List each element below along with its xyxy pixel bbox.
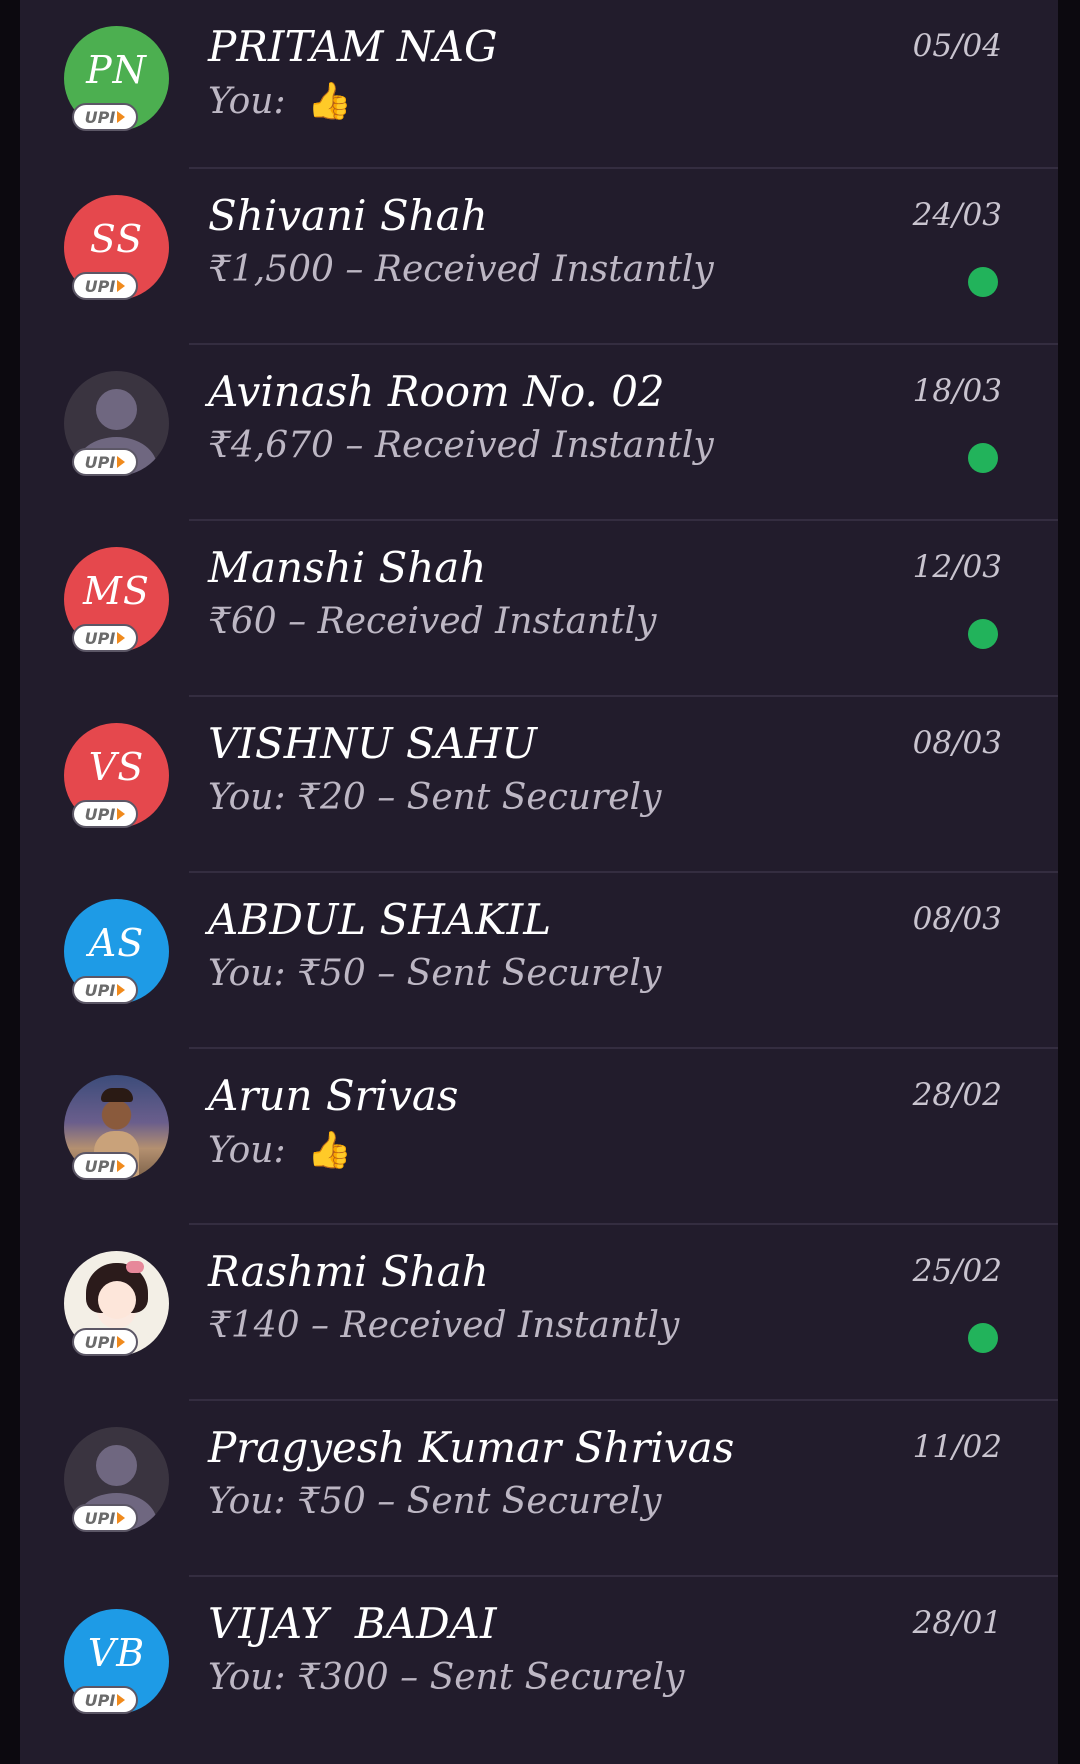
avatar-initials: VB (87, 1630, 146, 1675)
upi-badge-label: UPI (84, 1332, 116, 1352)
avatar-initials: AS (88, 920, 145, 965)
last-message-date: 25/02 (912, 1253, 1002, 1289)
last-message-date: 28/02 (912, 1077, 1002, 1113)
avatar-initials: VS (88, 744, 145, 789)
contact-name: Shivani Shah (208, 191, 488, 240)
upi-badge-label: UPI (84, 1508, 116, 1528)
contact-name: Rashmi Shah (208, 1247, 489, 1296)
last-message-preview: You: ₹50 – Sent Securely (208, 953, 662, 994)
contact-name: Pragyesh Kumar Shrivas (208, 1423, 735, 1472)
upi-logo-icon (117, 808, 126, 820)
conversation-list[interactable]: PN UPI PRITAM NAG 05/04 You: 👍 SS UPI Sh… (20, 0, 1058, 1762)
contact-name: Manshi Shah (208, 543, 487, 592)
upi-badge-label: UPI (84, 628, 116, 648)
upi-badge: UPI (72, 448, 138, 476)
upi-badge: UPI (72, 976, 138, 1004)
conversation-row-arun-srivas[interactable]: UPI Arun Srivas 28/02 You: 👍 (20, 1049, 1058, 1225)
conversation-row-avinash[interactable]: UPI Avinash Room No. 02 18/03 ₹4,670 – R… (20, 345, 1058, 521)
upi-logo-icon (117, 1694, 126, 1706)
upi-badge: UPI (72, 103, 138, 131)
upi-logo-icon (117, 984, 126, 996)
thumbs-up-icon: 👍 (307, 81, 352, 122)
conversation-row-pritam-nag[interactable]: PN UPI PRITAM NAG 05/04 You: 👍 (20, 0, 1058, 169)
last-message-preview: You: ₹300 – Sent Securely (208, 1657, 685, 1698)
left-edge (0, 0, 20, 1764)
upi-logo-icon (117, 111, 126, 123)
conversation-row-abdul-shakil[interactable]: AS UPI ABDUL SHAKIL 08/03 You: ₹50 – Sen… (20, 873, 1058, 1049)
upi-badge: UPI (72, 1686, 138, 1714)
upi-badge: UPI (72, 272, 138, 300)
upi-badge-label: UPI (84, 276, 116, 296)
upi-badge-label: UPI (84, 980, 116, 1000)
upi-badge-label: UPI (84, 1690, 116, 1710)
upi-badge-label: UPI (84, 452, 116, 472)
last-message-date: 08/03 (912, 901, 1002, 937)
last-message-date: 28/01 (912, 1605, 1002, 1641)
upi-badge: UPI (72, 1152, 138, 1180)
upi-logo-icon (117, 1160, 126, 1172)
conversation-row-pragyesh[interactable]: UPI Pragyesh Kumar Shrivas 11/02 You: ₹5… (20, 1401, 1058, 1577)
last-message-date: 24/03 (912, 197, 1002, 233)
last-message-preview: You: 👍 (208, 80, 352, 122)
unread-indicator (968, 267, 998, 297)
unread-indicator (968, 619, 998, 649)
contact-name: VIJAY BADAI (208, 1599, 497, 1648)
unread-indicator (968, 1323, 998, 1353)
last-message-preview: ₹1,500 – Received Instantly (208, 249, 714, 290)
avatar-initials: SS (89, 216, 144, 261)
last-message-preview: ₹4,670 – Received Instantly (208, 425, 714, 466)
contact-name: Arun Srivas (208, 1071, 459, 1120)
last-message-date: 08/03 (912, 725, 1002, 761)
upi-badge-label: UPI (84, 1156, 116, 1176)
conversation-row-vijay-badai[interactable]: VB UPI VIJAY BADAI 28/01 You: ₹300 – Sen… (20, 1577, 1058, 1762)
last-message-date: 05/04 (912, 28, 1002, 64)
unread-indicator (968, 443, 998, 473)
last-message-preview: ₹140 – Received Instantly (208, 1305, 680, 1346)
conversation-row-vishnu-sahu[interactable]: VS UPI VISHNU SAHU 08/03 You: ₹20 – Sent… (20, 697, 1058, 873)
contact-name: VISHNU SAHU (208, 719, 537, 768)
last-message-date: 11/02 (912, 1429, 1002, 1465)
preview-text: You: (208, 1130, 298, 1171)
avatar-initials: MS (83, 568, 150, 613)
preview-text: You: (208, 81, 298, 122)
upi-badge: UPI (72, 800, 138, 828)
upi-badge-label: UPI (84, 804, 116, 824)
last-message-date: 18/03 (912, 373, 1002, 409)
upi-badge: UPI (72, 1328, 138, 1356)
upi-logo-icon (117, 280, 126, 292)
last-message-date: 12/03 (912, 549, 1002, 585)
conversation-row-manshi-shah[interactable]: MS UPI Manshi Shah 12/03 ₹60 – Received … (20, 521, 1058, 697)
right-edge (1058, 0, 1080, 1764)
last-message-preview: You: ₹50 – Sent Securely (208, 1481, 662, 1522)
last-message-preview: You: 👍 (208, 1129, 352, 1171)
upi-logo-icon (117, 1336, 126, 1348)
avatar-initials: PN (86, 47, 147, 92)
upi-logo-icon (117, 1512, 126, 1524)
contact-name: ABDUL SHAKIL (208, 895, 552, 944)
conversation-row-shivani-shah[interactable]: SS UPI Shivani Shah 24/03 ₹1,500 – Recei… (20, 169, 1058, 345)
upi-logo-icon (117, 456, 126, 468)
upi-logo-icon (117, 632, 126, 644)
contact-name: Avinash Room No. 02 (208, 367, 665, 416)
chat-list-screen: PN UPI PRITAM NAG 05/04 You: 👍 SS UPI Sh… (0, 0, 1080, 1764)
upi-badge: UPI (72, 624, 138, 652)
last-message-preview: ₹60 – Received Instantly (208, 601, 657, 642)
upi-badge: UPI (72, 1504, 138, 1532)
contact-name: PRITAM NAG (208, 22, 498, 71)
conversation-row-rashmi-shah[interactable]: UPI Rashmi Shah 25/02 ₹140 – Received In… (20, 1225, 1058, 1401)
last-message-preview: You: ₹20 – Sent Securely (208, 777, 662, 818)
thumbs-up-icon: 👍 (307, 1130, 352, 1171)
upi-badge-label: UPI (84, 107, 116, 127)
